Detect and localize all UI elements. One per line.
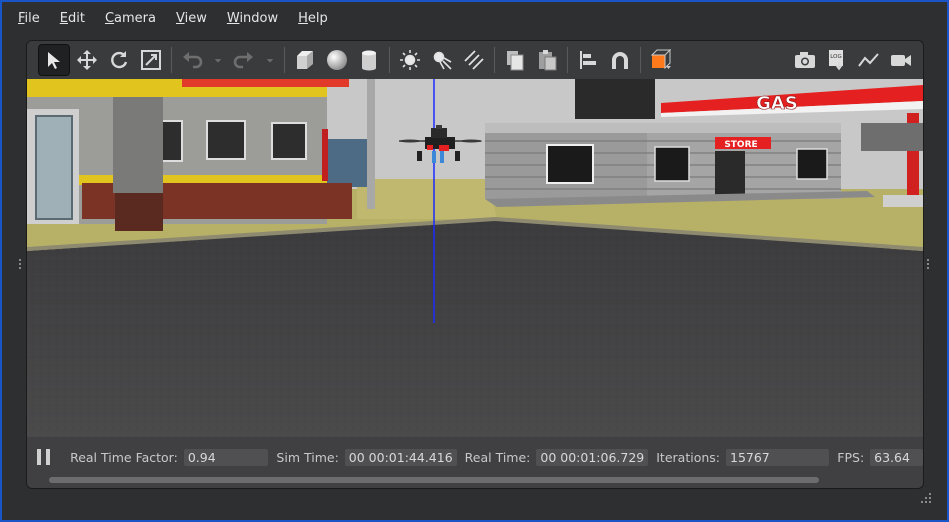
menu-edit[interactable]: Edit xyxy=(50,11,95,26)
menu-bar: File Edit Camera View Window Help xyxy=(2,6,338,30)
align-icon[interactable] xyxy=(573,45,603,75)
toolbar-separator xyxy=(494,47,495,73)
video-record-icon[interactable] xyxy=(886,45,916,75)
redo-dropdown-icon[interactable] xyxy=(261,45,279,75)
box-shape-icon[interactable] xyxy=(290,45,320,75)
view-angle-icon[interactable] xyxy=(646,45,676,75)
canopy-pillar xyxy=(113,95,163,193)
toolbar-separator xyxy=(171,47,172,73)
fps-label: FPS: xyxy=(837,449,865,465)
snap-magnet-icon[interactable] xyxy=(605,45,635,75)
redo-icon[interactable] xyxy=(229,45,259,75)
iterations-label: Iterations: xyxy=(656,449,720,465)
menu-view[interactable]: View xyxy=(166,11,217,26)
sim-time-value: 00 00:01:44.416 xyxy=(344,448,457,466)
svg-text:LOG: LOG xyxy=(830,54,841,60)
copy-icon[interactable] xyxy=(500,45,530,75)
3d-viewport[interactable]: STORE GAS xyxy=(27,79,923,437)
real-time-label: Real Time: xyxy=(464,449,531,465)
rotate-icon[interactable] xyxy=(104,45,134,75)
scene-render: STORE GAS xyxy=(27,79,923,437)
render-panel: LOG STORE GAS Real Time Factor: 0.94 Sim… xyxy=(26,40,924,489)
point-light-icon[interactable] xyxy=(395,45,425,75)
toolbar-separator xyxy=(567,47,568,73)
toolbar-separator xyxy=(640,47,641,73)
directional-light-icon[interactable] xyxy=(459,45,489,75)
status-bar: Real Time Factor: 0.94 Sim Time: 00 00:0… xyxy=(27,439,923,475)
real-time-factor-value: 0.94 xyxy=(183,448,269,466)
horizontal-scrollbar[interactable] xyxy=(49,477,819,483)
translate-icon[interactable] xyxy=(72,45,102,75)
menu-help[interactable]: Help xyxy=(288,11,338,26)
fps-value: 63.64 xyxy=(870,448,923,466)
toolbar-separator xyxy=(389,47,390,73)
menu-file[interactable]: File xyxy=(2,11,50,26)
store-sign-text: STORE xyxy=(724,140,757,150)
screenshot-camera-icon[interactable] xyxy=(790,45,820,75)
real-time-factor-label: Real Time Factor: xyxy=(70,449,178,465)
resize-grip-icon[interactable] xyxy=(918,490,932,504)
gas-sign-text: GAS xyxy=(756,93,798,114)
real-time-value: 00 00:01:06.729 xyxy=(536,448,649,466)
scale-icon[interactable] xyxy=(136,45,166,75)
paste-icon[interactable] xyxy=(532,45,562,75)
undo-icon[interactable] xyxy=(177,45,207,75)
right-dock-handle[interactable] xyxy=(926,257,930,271)
spot-light-icon[interactable] xyxy=(427,45,457,75)
undo-dropdown-icon[interactable] xyxy=(209,45,227,75)
sphere-shape-icon[interactable] xyxy=(322,45,352,75)
menu-window[interactable]: Window xyxy=(217,11,288,26)
plot-icon[interactable] xyxy=(854,45,884,75)
pause-icon[interactable] xyxy=(37,449,51,465)
sim-time-label: Sim Time: xyxy=(276,449,339,465)
select-arrow-icon[interactable] xyxy=(38,44,70,76)
log-icon[interactable]: LOG xyxy=(822,45,852,75)
menu-camera[interactable]: Camera xyxy=(95,11,166,26)
toolbar: LOG xyxy=(27,41,923,79)
iterations-value: 15767 xyxy=(726,448,830,466)
left-dock-handle[interactable] xyxy=(18,257,22,271)
cylinder-shape-icon[interactable] xyxy=(354,45,384,75)
toolbar-separator xyxy=(284,47,285,73)
